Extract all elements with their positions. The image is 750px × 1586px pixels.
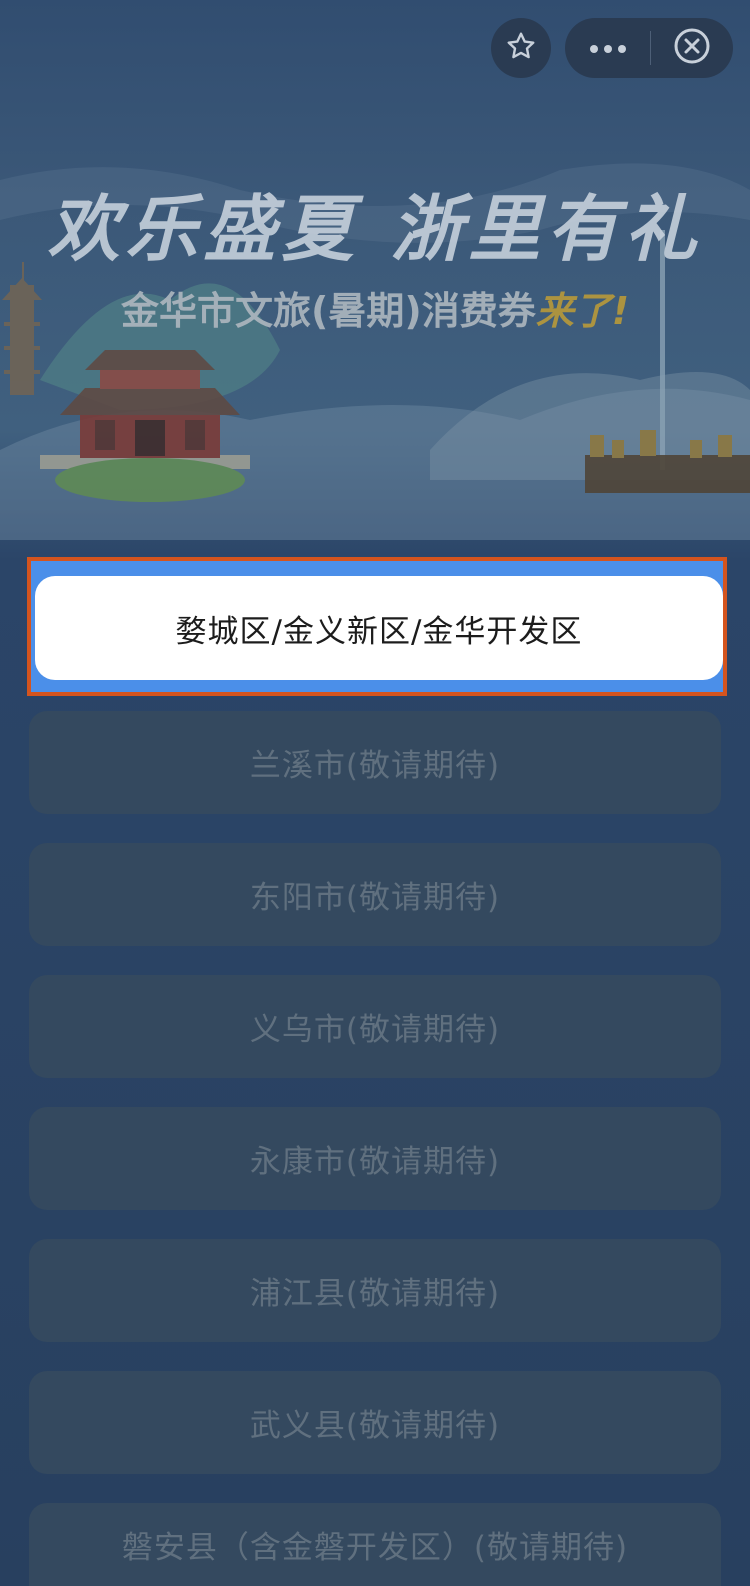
banner-subtitle-main: 金华市文旅(暑期)消费券: [120, 289, 536, 333]
region-button-lanxi[interactable]: 兰溪市(敬请期待): [29, 711, 721, 814]
active-region-highlight: 婺城区/金义新区/金华开发区: [27, 557, 727, 696]
star-icon: [505, 30, 537, 66]
close-circle-icon: [673, 27, 711, 69]
region-button-yiwu[interactable]: 义乌市(敬请期待): [29, 975, 721, 1078]
more-button[interactable]: [565, 18, 650, 78]
banner-illustration: 欢乐盛夏 浙里有礼 金华市文旅(暑期)消费券来了!: [0, 150, 750, 540]
region-button-pujiang[interactable]: 浦江县(敬请期待): [29, 1239, 721, 1342]
favorite-button[interactable]: [491, 18, 551, 78]
more-dots-icon: [588, 39, 628, 58]
region-button-wuyi[interactable]: 武义县(敬请期待): [29, 1371, 721, 1474]
banner-subtitle: 金华市文旅(暑期)消费券来了!: [0, 280, 750, 335]
close-button[interactable]: [651, 18, 733, 78]
banner-subtitle-accent: 来了!: [535, 289, 630, 333]
region-button-panan[interactable]: 磐安县（含金磐开发区）(敬请期待): [29, 1503, 721, 1586]
capsule-menu: [565, 18, 733, 78]
region-button-dongyang[interactable]: 东阳市(敬请期待): [29, 843, 721, 946]
banner-slogan: 欢乐盛夏 浙里有礼: [47, 186, 703, 271]
region-button-yongkang[interactable]: 永康市(敬请期待): [29, 1107, 721, 1210]
region-button-wucheng[interactable]: 婺城区/金义新区/金华开发区: [35, 576, 723, 680]
